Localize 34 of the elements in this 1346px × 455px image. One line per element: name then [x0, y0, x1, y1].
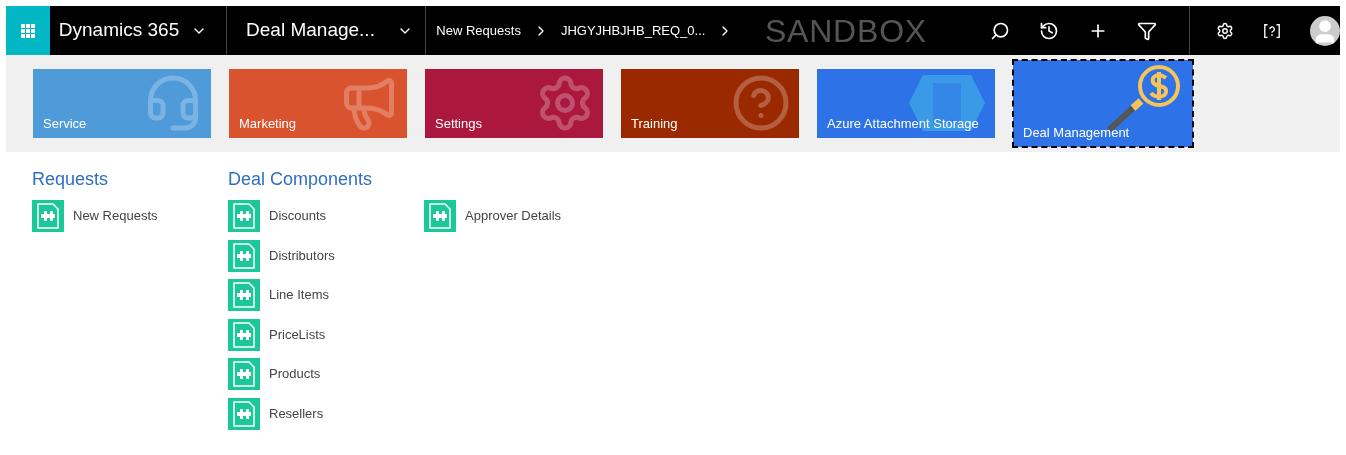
breadcrumb-link[interactable]: JHGYJHBJHB_REQ_0... [560, 20, 706, 41]
app-tile[interactable]: Azure Attachment Storage [817, 69, 995, 138]
entity-icon [228, 239, 260, 272]
question-icon [731, 73, 791, 133]
app-tile[interactable]: Training [621, 69, 799, 138]
entity-icon [228, 318, 260, 351]
group-heading: Requests [32, 169, 109, 189]
breadcrumb-link[interactable]: New Requests [436, 20, 521, 41]
settings-icon[interactable] [1216, 21, 1234, 40]
entity-icon [32, 200, 64, 232]
app-tile[interactable]: Marketing [229, 69, 407, 138]
search-icon[interactable] [990, 20, 1010, 41]
entity-link[interactable]: PriceLists [228, 318, 424, 351]
entity-link[interactable]: Discounts [228, 200, 424, 232]
environment-label: SANDBOX [764, 11, 928, 51]
entity-icon [424, 200, 456, 232]
grid-icon [20, 23, 35, 38]
app-tile[interactable]: Deal Management [1013, 60, 1193, 147]
entity-link[interactable]: Resellers [228, 397, 424, 430]
user-avatar[interactable] [1310, 15, 1340, 46]
entity-link[interactable]: Approver Details [424, 200, 620, 232]
entity-icon [228, 397, 260, 430]
entity-link[interactable]: Distributors [228, 239, 424, 272]
entity-icon [228, 279, 260, 311]
app-tile[interactable]: Settings [425, 69, 603, 138]
filter-icon[interactable] [1137, 20, 1157, 41]
history-icon[interactable] [1039, 20, 1059, 41]
group-heading: Deal Components [228, 169, 373, 189]
entity-link[interactable]: Products [228, 358, 424, 390]
entity-icon [228, 358, 260, 390]
help-icon[interactable] [1263, 21, 1281, 40]
entity-link[interactable]: Line Items [228, 279, 424, 311]
entity-icon [228, 200, 260, 232]
entity-link[interactable]: New Requests [32, 200, 228, 232]
